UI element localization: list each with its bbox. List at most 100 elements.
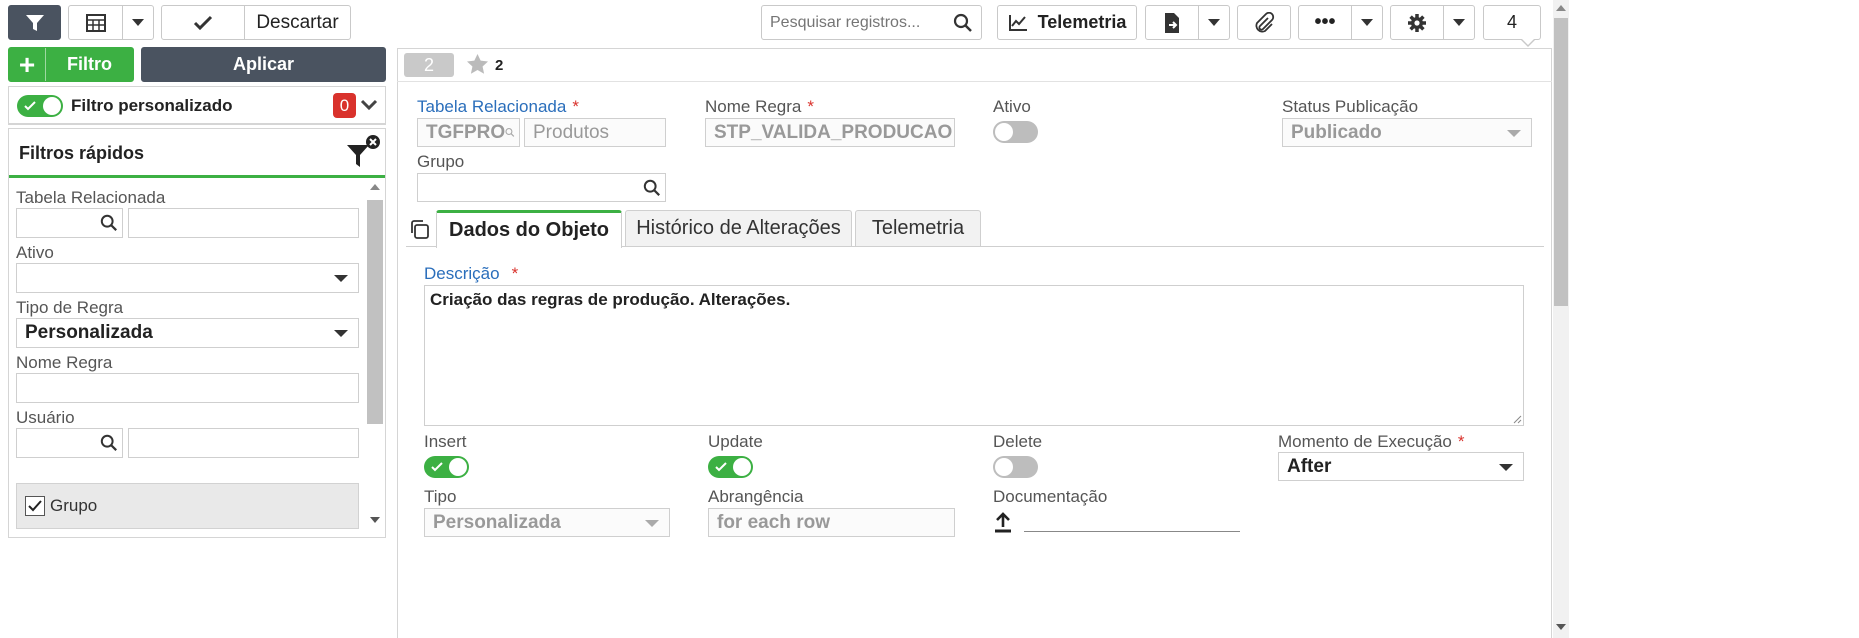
- upload-icon[interactable]: [993, 512, 1013, 534]
- insert-toggle[interactable]: [424, 456, 469, 478]
- rule-name-label: Nome Regra *: [705, 97, 814, 116]
- search-input[interactable]: [770, 13, 950, 32]
- qf-related-table-code-input[interactable]: [16, 208, 123, 238]
- related-table-code-input[interactable]: TGFPRO: [417, 118, 520, 147]
- add-filter-button[interactable]: + Filtro: [8, 47, 134, 82]
- record-count-badge[interactable]: 4: [1483, 5, 1541, 40]
- rule-name-value: STP_VALIDA_PRODUCAO: [714, 121, 953, 143]
- confirm-button[interactable]: [162, 15, 244, 31]
- custom-filter-panel: Filtro personalizado 0: [8, 86, 386, 125]
- tab-object-data[interactable]: Dados do Objeto: [436, 210, 622, 248]
- active-label: Ativo: [993, 97, 1031, 116]
- chevron-down-icon: [1361, 19, 1373, 26]
- export-button[interactable]: [1145, 5, 1230, 40]
- group-label: Grupo: [417, 152, 465, 171]
- page-scrollbar[interactable]: [1553, 0, 1569, 638]
- filter-toggle-button[interactable]: [8, 5, 61, 40]
- view-dropdown-caret[interactable]: [123, 19, 153, 26]
- search-icon[interactable]: [643, 179, 661, 197]
- check-icon: [431, 462, 443, 472]
- qf-user-name-input[interactable]: [128, 428, 359, 458]
- search-box[interactable]: [761, 5, 982, 40]
- delete-toggle[interactable]: [993, 456, 1038, 478]
- chevron-up-icon[interactable]: [370, 184, 380, 190]
- tab-telemetry[interactable]: Telemetria: [855, 210, 981, 246]
- update-toggle[interactable]: [708, 456, 753, 478]
- scope-input[interactable]: for each row: [708, 508, 955, 537]
- execution-moment-value: After: [1287, 455, 1332, 477]
- qf-group-label: Grupo: [50, 496, 98, 515]
- search-icon[interactable]: [100, 434, 118, 452]
- record-index-badge: 2: [404, 53, 454, 77]
- search-icon[interactable]: [505, 124, 515, 141]
- search-icon[interactable]: [953, 13, 973, 33]
- count-badge-pointer-fill: [1521, 38, 1535, 45]
- rule-name-input[interactable]: STP_VALIDA_PRODUCAO: [705, 118, 955, 147]
- group-input[interactable]: [417, 173, 666, 202]
- active-toggle[interactable]: [993, 121, 1038, 143]
- add-filter-label: Filtro: [67, 54, 112, 74]
- settings-button[interactable]: [1390, 5, 1475, 40]
- qf-related-table-label: Tabela Relacionada: [16, 188, 166, 207]
- funnel-icon: [25, 14, 44, 31]
- description-value: Criação das regras de produção. Alteraçõ…: [430, 290, 791, 309]
- qf-active-select[interactable]: [16, 263, 359, 293]
- qf-user-code-input[interactable]: [16, 428, 123, 458]
- check-icon: [24, 101, 36, 111]
- qf-related-table-name-input[interactable]: [128, 208, 359, 238]
- copy-icon[interactable]: [409, 219, 430, 240]
- page-scrollbar-thumb[interactable]: [1554, 18, 1568, 306]
- chevron-down-icon[interactable]: [360, 98, 378, 112]
- qf-rule-type-value: Personalizada: [25, 322, 153, 343]
- type-value: Personalizada: [433, 511, 561, 533]
- qf-rule-name-input[interactable]: [16, 373, 359, 403]
- apply-button[interactable]: Aplicar: [141, 47, 386, 82]
- chevron-down-icon: [132, 19, 144, 26]
- chevron-down-icon: [1507, 129, 1521, 137]
- favorites-count: 2: [495, 57, 504, 74]
- scope-value: for each row: [717, 511, 830, 533]
- discard-button[interactable]: Descartar: [245, 12, 350, 34]
- record-header-divider: [397, 81, 1552, 82]
- search-icon[interactable]: [100, 214, 118, 232]
- qf-group-checkbox[interactable]: [25, 496, 45, 516]
- attachment-button[interactable]: [1237, 5, 1291, 40]
- export-dropdown-caret[interactable]: [1199, 19, 1229, 26]
- clear-filters-icon[interactable]: [345, 133, 381, 169]
- chevron-down-icon: [1499, 463, 1513, 471]
- settings-dropdown-caret[interactable]: [1444, 19, 1474, 26]
- qf-rule-type-label: Tipo de Regra: [16, 298, 124, 317]
- tab-change-history[interactable]: Histórico de Alterações: [625, 210, 852, 246]
- chevron-up-icon[interactable]: [1556, 5, 1566, 11]
- quick-filters-panel: Filtros rápidos Tabela Relacionada Ativo…: [8, 128, 386, 538]
- gear-icon: [1408, 13, 1426, 32]
- publish-status-value: Publicado: [1291, 121, 1382, 143]
- related-table-name-value: Produtos: [533, 121, 610, 143]
- more-actions-button[interactable]: •••: [1298, 5, 1383, 40]
- chevron-down-icon[interactable]: [370, 517, 380, 523]
- star-icon[interactable]: [466, 53, 489, 75]
- check-icon: [715, 462, 727, 472]
- custom-filter-toggle[interactable]: [17, 95, 63, 117]
- telemetry-button[interactable]: Telemetria: [997, 5, 1137, 40]
- more-dropdown-caret[interactable]: [1352, 19, 1382, 26]
- telemetry-label: Telemetria: [1037, 12, 1127, 32]
- qf-rule-type-select[interactable]: Personalizada: [16, 318, 359, 348]
- quick-filters-title: Filtros rápidos: [19, 143, 145, 163]
- update-label: Update: [708, 432, 763, 451]
- execution-moment-select[interactable]: After: [1278, 452, 1524, 481]
- check-icon: [193, 15, 213, 30]
- sidebar-scrollbar-thumb[interactable]: [367, 200, 383, 424]
- related-table-name-input[interactable]: Produtos: [524, 118, 666, 147]
- resize-handle-icon[interactable]: [1512, 414, 1522, 424]
- sidebar-scrollbar[interactable]: [367, 180, 383, 537]
- publish-status-select[interactable]: Publicado: [1282, 118, 1532, 147]
- plus-icon: +: [18, 48, 36, 80]
- type-select[interactable]: Personalizada: [424, 508, 670, 537]
- type-label: Tipo: [424, 487, 457, 506]
- qf-group-row[interactable]: Grupo: [16, 483, 359, 529]
- grid-view-button[interactable]: [68, 5, 154, 40]
- chevron-down-icon[interactable]: [1556, 624, 1566, 630]
- related-table-label: Tabela Relacionada *: [417, 97, 579, 116]
- description-textarea[interactable]: Criação das regras de produção. Alteraçõ…: [424, 285, 1524, 426]
